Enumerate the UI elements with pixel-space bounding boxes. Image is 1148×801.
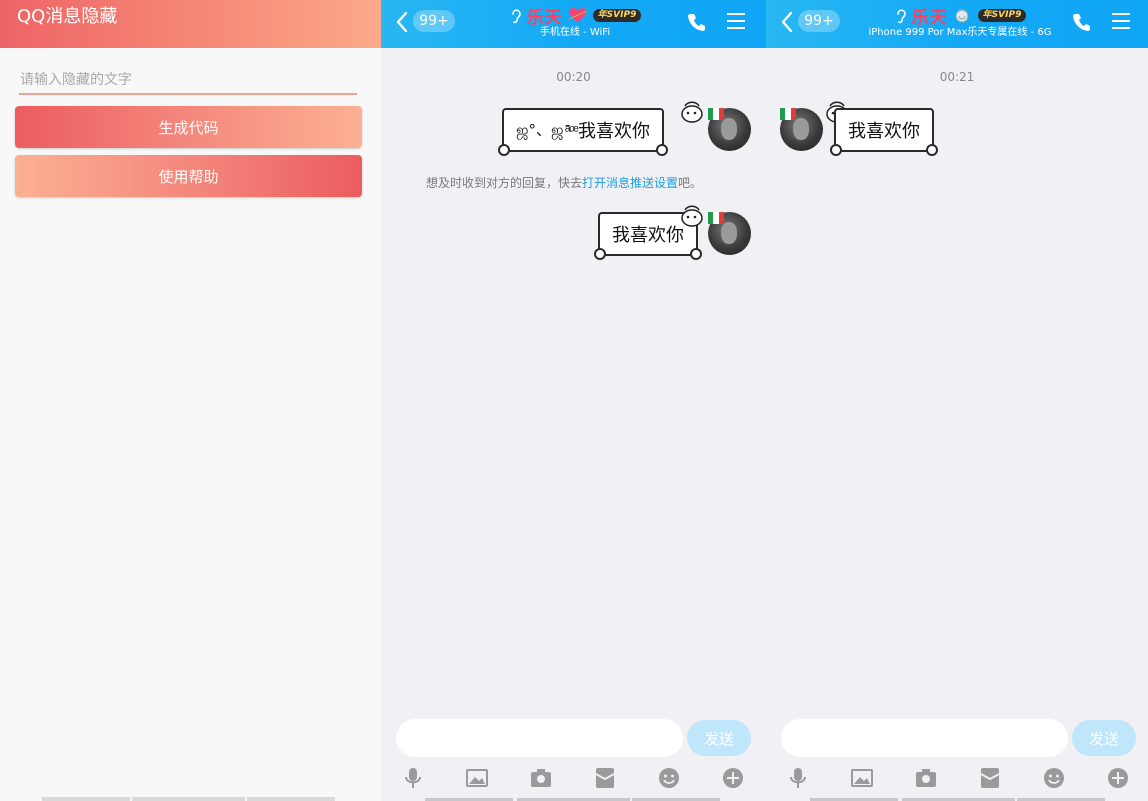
- hidden-text-input[interactable]: [19, 66, 357, 95]
- app-header: QQ消息隐藏: [0, 0, 381, 48]
- message-text: 我喜欢你: [848, 121, 920, 142]
- send-button[interactable]: 发送: [1072, 720, 1136, 756]
- notice-text: 想及时收到对方的回复，快去: [426, 176, 583, 190]
- image-icon[interactable]: [465, 766, 489, 790]
- menu-icon[interactable]: [726, 12, 746, 30]
- message-input[interactable]: [396, 719, 683, 757]
- bubble-mascot-icon: [681, 101, 703, 123]
- online-status: iPhone 999 Por Max乐天专属在线 - 6G: [868, 27, 1052, 38]
- generate-code-button[interactable]: 生成代码: [15, 106, 362, 148]
- message-input[interactable]: [781, 719, 1068, 757]
- emoji-icon[interactable]: [657, 766, 681, 790]
- chat-header: 99+ 乐天 年SVIP9 iPhone 999 Por Max乐天专属在线 -…: [766, 0, 1148, 48]
- microphone-icon[interactable]: [401, 766, 425, 790]
- message-timestamp: 00:20: [556, 70, 591, 84]
- notice-text-end: 吧。: [678, 176, 703, 190]
- italy-flag-icon: [708, 108, 724, 120]
- contact-name: 乐天: [526, 7, 563, 28]
- nav-bar-segment: [247, 797, 335, 801]
- chat-window-receiver: 99+ 乐天 年SVIP9 iPhone 999 Por Max乐天专属在线 -…: [766, 0, 1148, 801]
- unread-badge[interactable]: 99+: [798, 10, 840, 32]
- contact-name: 乐天: [911, 7, 948, 28]
- heart-icon: [568, 7, 587, 22]
- push-notice: 想及时收到对方的回复，快去打开消息推送设置吧。: [426, 174, 702, 191]
- back-arrow-icon[interactable]: [780, 11, 794, 33]
- ear-mode-icon: [896, 9, 906, 24]
- svip-badge: 年SVIP9: [977, 8, 1027, 22]
- nav-bar-segment: [42, 797, 130, 801]
- message-bubble[interactable]: 我喜欢你: [830, 108, 938, 156]
- nav-bar-segment: [132, 797, 245, 801]
- send-button[interactable]: 发送: [687, 720, 751, 756]
- image-icon[interactable]: [850, 766, 874, 790]
- message-text: 我喜欢你: [578, 121, 651, 142]
- ear-mode-icon: [511, 9, 521, 24]
- help-button[interactable]: 使用帮助: [15, 155, 362, 197]
- chat-header: 99+ 乐天 年SVIP9 手机在线 - WiFi: [381, 0, 766, 48]
- svip-badge: 年SVIP9: [592, 8, 642, 22]
- menu-icon[interactable]: [1111, 12, 1131, 30]
- chat-window-sender: 99+ 乐天 年SVIP9 手机在线 - WiFi 00:20 ஜ°、ஜ ̄ͣ …: [381, 0, 766, 801]
- italy-flag-icon: [708, 212, 724, 224]
- contact-info[interactable]: 乐天 年SVIP9 手机在线 - WiFi: [493, 4, 657, 39]
- message-bubble[interactable]: ஜ°、ஜ ̄ͣ ͦ ͤ 我喜欢你: [497, 108, 669, 156]
- snail-icon: [955, 9, 969, 23]
- plus-icon[interactable]: [721, 766, 745, 790]
- camera-icon[interactable]: [529, 766, 553, 790]
- phone-icon[interactable]: [1072, 12, 1092, 32]
- bubble-mascot-icon: [681, 205, 703, 227]
- unread-badge[interactable]: 99+: [413, 10, 455, 32]
- contact-info[interactable]: 乐天 年SVIP9 iPhone 999 Por Max乐天专属在线 - 6G: [862, 4, 1058, 39]
- microphone-icon[interactable]: [786, 766, 810, 790]
- emoji-icon[interactable]: [1042, 766, 1066, 790]
- app-title: QQ消息隐藏: [17, 6, 118, 27]
- back-arrow-icon[interactable]: [395, 11, 409, 33]
- online-status: 手机在线 - WiFi: [539, 27, 611, 38]
- red-packet-icon[interactable]: [593, 766, 617, 790]
- hidden-prefix-text: ஜ°、ஜ ̄ͣ ͦ ͤ: [516, 121, 577, 139]
- italy-flag-icon: [780, 108, 796, 120]
- plus-icon[interactable]: [1106, 766, 1130, 790]
- phone-icon[interactable]: [687, 12, 707, 32]
- message-timestamp: 00:21: [939, 70, 975, 84]
- message-hide-app: QQ消息隐藏 生成代码 使用帮助: [0, 0, 381, 801]
- camera-icon[interactable]: [914, 766, 938, 790]
- red-packet-icon[interactable]: [978, 766, 1002, 790]
- message-text: 我喜欢你: [612, 225, 684, 246]
- push-settings-link[interactable]: 打开消息推送设置: [582, 176, 678, 190]
